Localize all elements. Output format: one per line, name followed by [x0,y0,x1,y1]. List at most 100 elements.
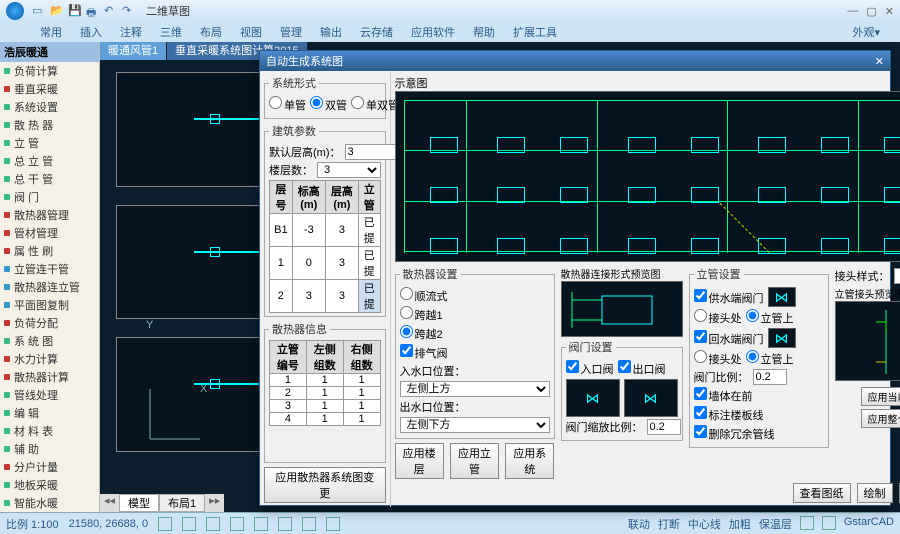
sidebar-item[interactable]: 负荷计算 [0,62,99,80]
radio-downflow[interactable]: 顺流式 [400,287,448,304]
sidebar-item[interactable]: 负荷分配 [0,314,99,332]
menu-item[interactable]: 输出 [320,24,342,40]
riser-table[interactable]: 立管编号左侧组数右侧组数 111 211 311 411 [269,340,381,426]
menu-item[interactable]: 管理 [280,24,302,40]
floor-table[interactable]: 层号标高(m)层高(m)立管 B1-33已提 103已提 233已提 [269,180,381,313]
riser-valve-scale-input[interactable] [753,369,787,385]
model-tab[interactable]: 模型 [119,494,159,512]
chk-del[interactable]: 删除冗余管线 [694,425,775,442]
apply-radiator-change-button[interactable]: 应用散热器系统图变更 [264,467,386,503]
status-scale[interactable]: 比例 1:100 [6,516,59,532]
inlet-select[interactable]: 左侧上方 [400,381,550,397]
sidebar-item[interactable]: 管线处理 [0,386,99,404]
chk-return-valve[interactable]: 回水端阀门 [694,330,764,347]
minimize-button[interactable]: — [847,5,858,18]
sidebar-item[interactable]: 编 辑 [0,404,99,422]
menu-item[interactable]: 云存储 [360,24,393,40]
radio-cross2[interactable]: 跨越2 [400,325,443,342]
status-toggle[interactable]: 打断 [658,516,680,532]
qat-new-icon[interactable]: ▭ [32,4,46,18]
menu-item[interactable]: 扩展工具 [513,24,557,40]
status-icon[interactable] [800,516,814,530]
menu-item[interactable]: 帮助 [473,24,495,40]
menu-item[interactable]: 常用 [40,24,62,40]
sidebar-item[interactable]: 材 料 表 [0,422,99,440]
menu-item[interactable]: 视图 [240,24,262,40]
dialog-close-button[interactable]: ✕ [875,55,884,68]
chk-exhaust[interactable]: 排气阀 [400,344,448,361]
status-toggle[interactable]: 加粗 [729,516,751,532]
dialog-title-bar[interactable]: 自动生成系统图 ✕ [260,51,890,71]
sidebar-item[interactable]: 水力计算 [0,350,99,368]
qat-undo-icon[interactable]: ↶ [104,4,118,18]
apply-floor-button[interactable]: 应用楼层 [395,443,444,479]
radio-single[interactable]: 单管 [269,96,306,113]
sidebar-item[interactable]: 分户计量 [0,458,99,476]
radio-joint-supply[interactable]: 接头处 [694,309,742,326]
qat-print-icon[interactable]: 🖶 [86,4,100,18]
radio-onpipe-return[interactable]: 立管上 [746,350,794,367]
chk-mark[interactable]: 标注楼板线 [694,406,764,423]
valve-icon[interactable]: ⋈ [768,328,796,348]
status-toggle[interactable]: 联动 [628,516,650,532]
appearance-menu[interactable]: 外观▾ [852,24,880,40]
menu-item[interactable]: 应用软件 [411,24,455,40]
valve-icon[interactable]: ⋈ [768,287,796,307]
valve-icon[interactable]: ⋈ [624,379,678,417]
outlet-select[interactable]: 左侧下方 [400,417,550,433]
sidebar-item[interactable]: 总 干 管 [0,170,99,188]
status-icon[interactable] [822,516,836,530]
qat-open-icon[interactable]: 📂 [50,4,64,18]
sidebar-item[interactable]: 垂直采暖 [0,80,99,98]
apply-whole-system-button[interactable]: 应用整个系统 [861,409,900,428]
apply-current-riser-button[interactable]: 应用当前立管 [861,387,900,406]
layout-tab[interactable]: 布局1 [159,494,205,512]
sidebar-item[interactable]: 平面图复制 [0,296,99,314]
valve-icon[interactable]: ⋈ [566,379,620,417]
chk-supply-valve[interactable]: 供水端阀门 [694,289,764,306]
status-toggle[interactable]: 保温层 [759,516,792,532]
close-button[interactable]: ✕ [885,5,894,18]
radio-onpipe-supply[interactable]: 立管上 [746,309,794,326]
maximize-button[interactable]: ▢ [866,5,876,18]
apply-system-button[interactable]: 应用系统 [505,443,554,479]
menu-item[interactable]: 三维 [160,24,182,40]
status-icon[interactable] [254,517,268,531]
sidebar-item[interactable]: 管材管理 [0,224,99,242]
chk-inlet-valve[interactable]: 入口阀 [566,360,614,377]
tab-nav-icon[interactable]: ◂◂ [100,494,119,512]
radio-cross1[interactable]: 跨越1 [400,306,443,323]
view-drawing-button[interactable]: 查看图纸 [793,483,851,503]
qat-save-icon[interactable]: 💾 [68,4,82,18]
joint-style-select[interactable]: 接头2 [894,268,900,284]
status-icon[interactable] [206,517,220,531]
sidebar-item[interactable]: 系统设置 [0,98,99,116]
sidebar-item[interactable]: 阀 门 [0,188,99,206]
doc-tab[interactable]: 暖通风管1 [100,42,167,60]
floors-select[interactable]: 3 [317,162,381,178]
sidebar-item[interactable]: 立管连干管 [0,260,99,278]
chk-outlet-valve[interactable]: 出口阀 [618,360,666,377]
sidebar-item[interactable]: 总 立 管 [0,152,99,170]
sidebar-item[interactable]: 智能水暖 [0,494,99,512]
menu-item[interactable]: 布局 [200,24,222,40]
sidebar-item[interactable]: 系 统 图 [0,332,99,350]
radio-double[interactable]: 双管 [310,96,347,113]
sidebar-item[interactable]: 散热器管理 [0,206,99,224]
sidebar-item[interactable]: 散热器连立管 [0,278,99,296]
status-icon[interactable] [230,517,244,531]
menu-item[interactable]: 插入 [80,24,102,40]
radio-joint-return[interactable]: 接头处 [694,350,742,367]
status-icon[interactable] [302,517,316,531]
chk-wall[interactable]: 墙体在前 [694,387,753,404]
tab-nav-icon[interactable]: ▸▸ [205,494,224,512]
sidebar-item[interactable]: 散 热 器 [0,116,99,134]
sidebar-item[interactable]: 属 性 刷 [0,242,99,260]
apply-riser-button[interactable]: 应用立管 [450,443,499,479]
menu-item[interactable]: 注释 [120,24,142,40]
sidebar-item[interactable]: 立 管 [0,134,99,152]
status-icon[interactable] [158,517,172,531]
status-icon[interactable] [326,517,340,531]
sidebar-item[interactable]: 散热器计算 [0,368,99,386]
sidebar-item[interactable]: 辅 助 [0,440,99,458]
